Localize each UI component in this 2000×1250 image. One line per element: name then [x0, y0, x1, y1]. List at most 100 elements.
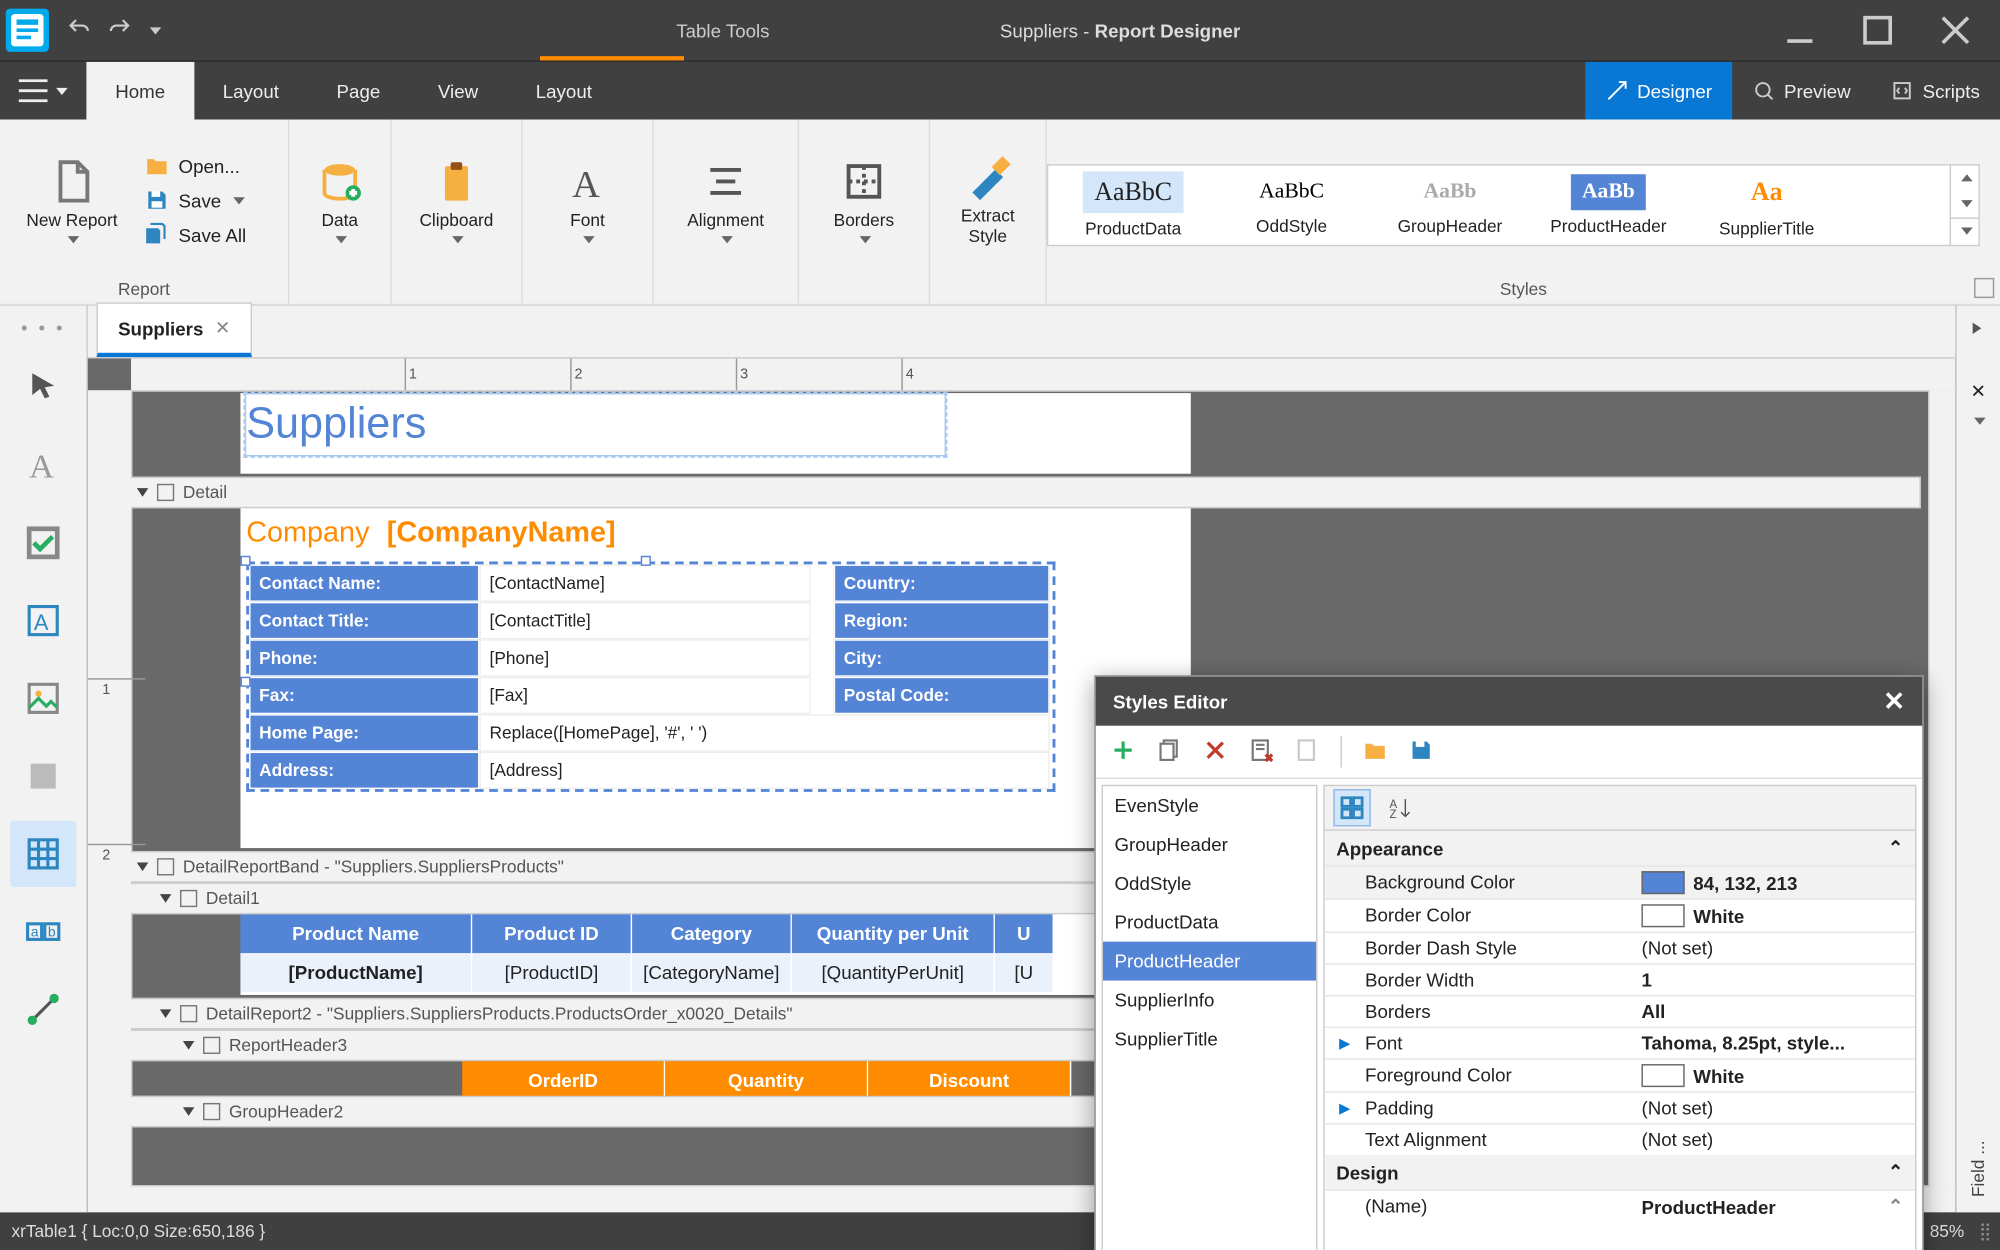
property-grid[interactable]: Appearance⌃ Background Color84, 132, 213… — [1323, 831, 1916, 1250]
style-swatch-groupheader[interactable]: AaBbGroupHeader — [1371, 174, 1529, 236]
pointer-tool[interactable] — [10, 354, 76, 420]
clipboard-button[interactable]: Clipboard — [406, 152, 507, 248]
band-detail[interactable]: Detail — [131, 477, 1921, 509]
extract-style-button[interactable]: Extract Style — [945, 148, 1031, 252]
minimize-button[interactable] — [1778, 9, 1821, 52]
alignment-button[interactable]: Alignment — [668, 152, 783, 248]
styles-gallery[interactable]: AaBbCProductData AaBbCOddStyle AaBbGroup… — [1047, 163, 1980, 245]
styles-editor-close-icon[interactable]: ✕ — [1883, 686, 1905, 716]
font-button[interactable]: A Font — [537, 152, 638, 248]
purge-button[interactable] — [1294, 737, 1320, 767]
panel-close[interactable]: ✕ — [1964, 377, 1993, 406]
open-button[interactable]: Open... — [138, 150, 252, 182]
style-item-groupheader[interactable]: GroupHeader — [1103, 825, 1316, 864]
styles-editor-titlebar[interactable]: Styles Editor ✕ — [1096, 677, 1922, 726]
style-item-evenstyle[interactable]: EvenStyle — [1103, 786, 1316, 825]
style-item-suppliertitle[interactable]: SupplierTitle — [1103, 1019, 1316, 1058]
close-window-button[interactable] — [1934, 9, 1977, 52]
undo-button[interactable] — [66, 15, 92, 45]
gallery-more[interactable] — [1950, 217, 1979, 244]
panel-dropdown[interactable] — [1964, 406, 1993, 435]
vertical-scrollbar[interactable] — [1928, 390, 1955, 1186]
richtext-tool[interactable]: A — [10, 587, 76, 653]
file-menu-button[interactable] — [0, 62, 86, 120]
tab-table-layout[interactable]: Layout — [507, 62, 621, 120]
checkbox-tool[interactable] — [10, 510, 76, 576]
redo-button[interactable] — [107, 15, 133, 45]
style-swatch-oddstyle[interactable]: AaBbCOddStyle — [1212, 174, 1370, 236]
prop-background-color[interactable]: Background Color84, 132, 213 — [1325, 865, 1915, 898]
svg-text:A: A — [34, 610, 49, 635]
panel-tool[interactable] — [10, 743, 76, 809]
style-swatch-suppliertitle[interactable]: AaSupplierTitle — [1688, 171, 1846, 239]
delete-style-button[interactable] — [1202, 737, 1228, 767]
supplier-info-table[interactable]: Contact Name:[ContactName]Country: Conta… — [246, 562, 1055, 792]
delete-all-button[interactable] — [1248, 737, 1274, 767]
line-tool[interactable] — [10, 976, 76, 1042]
company-value[interactable]: [CompanyName] — [387, 517, 616, 550]
style-item-productheader[interactable]: ProductHeader — [1103, 942, 1316, 981]
category-appearance[interactable]: Appearance⌃ — [1325, 831, 1915, 866]
prop-name[interactable]: (Name)ProductHeader⌃ — [1325, 1189, 1915, 1222]
add-style-button[interactable] — [1110, 737, 1136, 767]
styles-launcher[interactable] — [1974, 278, 1994, 298]
prop-font[interactable]: ▶FontTahoma, 8.25pt, style... — [1325, 1027, 1915, 1059]
view-designer-button[interactable]: Designer — [1585, 62, 1732, 120]
style-item-supplierinfo[interactable]: SupplierInfo — [1103, 981, 1316, 1020]
prop-border-color[interactable]: Border ColorWhite — [1325, 898, 1915, 931]
label-tool[interactable]: A — [10, 432, 76, 498]
table-tool[interactable] — [10, 821, 76, 887]
product-data-row[interactable]: [ProductName] [ProductID] [CategoryName]… — [240, 953, 1190, 992]
order-header-row[interactable]: OrderID Quantity Discount — [462, 1061, 1191, 1096]
company-label[interactable]: Company — [246, 517, 369, 550]
app-icon — [6, 9, 49, 52]
product-header-row[interactable]: Product Name Product ID Category Quantit… — [240, 914, 1190, 953]
style-item-productdata[interactable]: ProductData — [1103, 903, 1316, 942]
copy-style-button[interactable] — [1156, 737, 1182, 767]
resize-grip[interactable]: ⣿ — [1979, 1221, 1989, 1241]
view-scripts-button[interactable]: Scripts — [1871, 62, 2000, 120]
gallery-scroll-up[interactable] — [1950, 165, 1979, 191]
save-button[interactable]: Save — [138, 184, 252, 216]
save-styles-button[interactable] — [1408, 737, 1434, 767]
open-styles-button[interactable] — [1362, 737, 1388, 767]
gallery-scroll-down[interactable] — [1950, 191, 1979, 217]
prop-border-width[interactable]: Border Width1 — [1325, 963, 1915, 995]
prop-foreground-color[interactable]: Foreground ColorWhite — [1325, 1058, 1915, 1091]
data-button[interactable]: Data — [304, 152, 376, 248]
prop-border-dash-style[interactable]: Border Dash Style(Not set) — [1325, 932, 1915, 964]
prop-text-alignment[interactable]: Text Alignment(Not set) — [1325, 1123, 1915, 1155]
field-list-label[interactable]: Field ... — [1968, 1140, 1988, 1197]
alphabetical-view-button[interactable]: AZ — [1382, 790, 1417, 825]
prop-borders[interactable]: BordersAll — [1325, 995, 1915, 1027]
collapse-arrow[interactable] — [1964, 314, 1993, 343]
view-preview-button[interactable]: Preview — [1732, 62, 1871, 120]
new-report-button[interactable]: New Report — [14, 152, 129, 248]
picture-tool[interactable] — [10, 665, 76, 731]
categorized-view-button[interactable] — [1333, 789, 1370, 826]
borders-button[interactable]: Borders — [814, 152, 915, 248]
tab-view[interactable]: View — [409, 62, 507, 120]
selection-handle[interactable] — [240, 677, 250, 687]
qat-dropdown[interactable] — [150, 27, 162, 34]
styles-editor-dialog: Styles Editor ✕ EvenStyle GroupHeader Od… — [1094, 675, 1923, 1250]
maximize-button[interactable] — [1856, 9, 1899, 52]
prop-padding[interactable]: ▶Padding(Not set) — [1325, 1091, 1915, 1123]
tab-layout[interactable]: Layout — [194, 62, 308, 120]
style-swatch-productheader[interactable]: AaBbProductHeader — [1529, 174, 1687, 236]
style-item-oddstyle[interactable]: OddStyle — [1103, 864, 1316, 903]
save-all-button[interactable]: Save All — [138, 219, 252, 251]
close-tab-icon[interactable]: ✕ — [215, 317, 231, 340]
selection-handle[interactable] — [240, 556, 250, 566]
report-title-label[interactable]: Suppliers — [245, 393, 946, 456]
selection-handle[interactable] — [641, 556, 651, 566]
svg-text:a: a — [31, 923, 39, 939]
category-design[interactable]: Design⌃ — [1325, 1155, 1915, 1190]
document-tab-suppliers[interactable]: Suppliers ✕ — [96, 302, 252, 357]
toolbox-handle[interactable]: • • • — [0, 305, 86, 348]
character-comb-tool[interactable]: ab — [10, 898, 76, 964]
style-swatch-productdata[interactable]: AaBbCProductData — [1054, 171, 1212, 239]
tab-page[interactable]: Page — [308, 62, 409, 120]
styles-list[interactable]: EvenStyle GroupHeader OddStyle ProductDa… — [1102, 785, 1318, 1250]
tab-home[interactable]: Home — [86, 62, 194, 120]
